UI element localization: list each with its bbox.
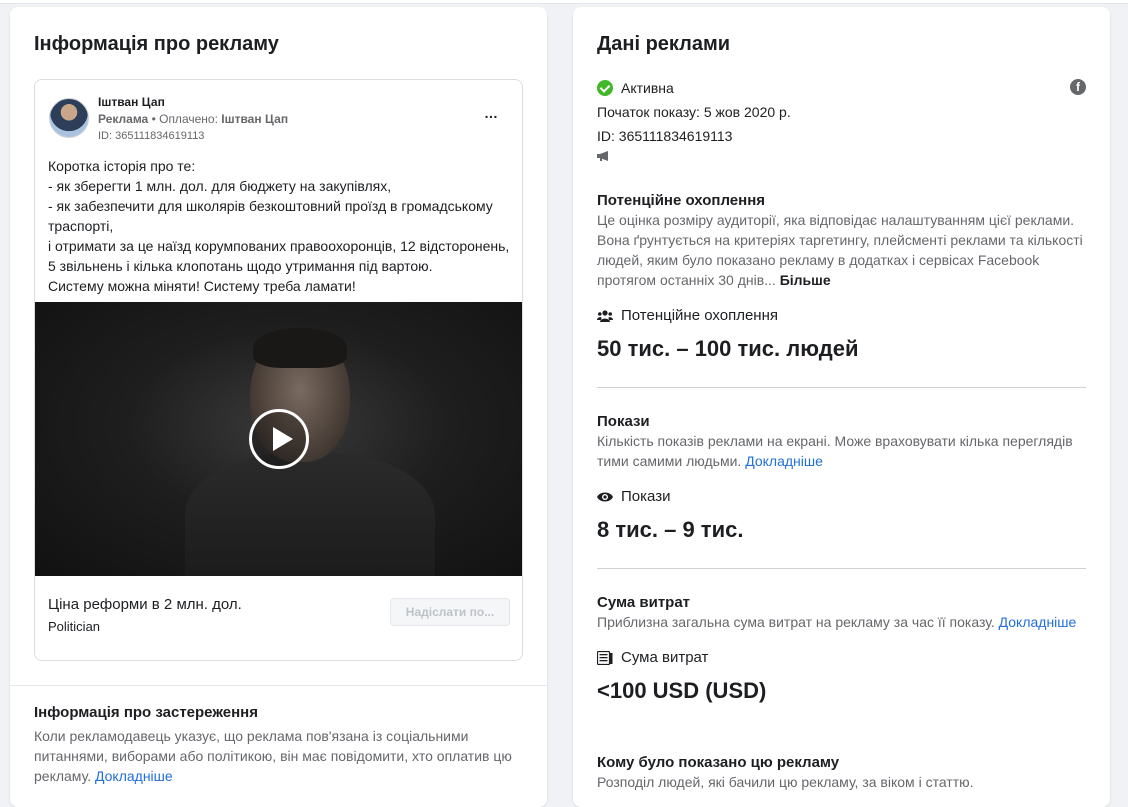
advertiser-avatar[interactable] (49, 98, 89, 138)
ad-body-line: і отримати за це наїзд корумпованих прав… (48, 238, 510, 254)
ad-id: ID: 365111834619113 (597, 128, 733, 144)
paid-by-name: Іштван Цап (221, 112, 289, 126)
audience-description: Розподіл людей, які бачили цю рекламу, з… (597, 774, 974, 790)
reach-description: Це оцінка розміру аудиторії, яка відпові… (597, 210, 1087, 290)
spend-learn-more-link[interactable]: Докладніше (999, 614, 1077, 630)
reach-description-text: Це оцінка розміру аудиторії, яка відпові… (597, 212, 1083, 288)
divider (597, 568, 1086, 569)
impressions-description: Кількість показів реклами на екрані. Мож… (597, 431, 1087, 471)
money-icon (597, 650, 613, 665)
impressions-label-text: Покази (621, 488, 671, 505)
paid-by-prefix: • Оплачено: (148, 112, 222, 126)
ad-body-line: 5 звільнень і кілька клопотань щодо утри… (48, 258, 433, 274)
reach-value: 50 тис. – 100 тис. людей (597, 336, 859, 361)
disclaimer-text: Коли рекламодавець указує, що реклама по… (34, 726, 514, 786)
more-options-icon[interactable]: … (479, 106, 503, 126)
ad-video[interactable] (35, 302, 522, 576)
ad-card-id: ID: 365111834619113 (98, 130, 205, 142)
audience-title: Кому було показано цю рекламу (597, 754, 840, 771)
reach-metric-label: Потенційне охоплення (597, 307, 778, 324)
ad-body-text: Коротка історія про те: - як зберегти 1 … (48, 156, 516, 296)
reach-title: Потенційне охоплення (597, 192, 766, 209)
advertiser-name[interactable]: Іштван Цап (98, 95, 165, 109)
spend-description: Приблизна загальна сума витрат на реклам… (597, 612, 1087, 632)
sponsored-label: Реклама (98, 112, 149, 126)
ad-body-line: Систему можна міняти! Систему треба лама… (48, 278, 356, 294)
status-row: Активна (597, 80, 674, 96)
spend-title: Сума витрат (597, 594, 691, 611)
reach-more-link[interactable]: Більше (780, 272, 831, 288)
start-date: Початок показу: 5 жов 2020 р. (597, 104, 791, 120)
ad-body-line: траспорті, (48, 218, 114, 234)
play-icon[interactable] (249, 409, 309, 469)
sponsored-line: Реклама • Оплачено: Іштван Цап (98, 112, 288, 126)
ad-info-title: Інформація про рекламу (34, 33, 279, 55)
ad-preview-card: Іштван Цап Реклама • Оплачено: Іштван Ца… (34, 79, 523, 661)
ad-info-panel: Інформація про рекламу Іштван Цап Реклам… (10, 7, 547, 807)
spend-label-text: Сума витрат (621, 649, 709, 666)
ad-body-line: - як забезпечити для школярів безкоштовн… (48, 198, 493, 214)
divider (10, 685, 547, 686)
impressions-metric-label: Покази (597, 488, 670, 505)
facebook-icon: f (1070, 79, 1086, 95)
divider (597, 387, 1086, 388)
cta-subtitle: Politician (48, 619, 101, 634)
impressions-value: 8 тис. – 9 тис. (597, 517, 744, 542)
ad-body-line: Коротка історія про те: (48, 158, 196, 174)
reach-label-text: Потенційне охоплення (621, 307, 778, 324)
people-icon (597, 309, 613, 322)
video-person-hair (253, 328, 347, 368)
ad-data-title: Дані реклами (597, 33, 731, 55)
cta-title: Ціна реформи в 2 млн. дол. (48, 596, 242, 613)
status-text: Активна (621, 80, 674, 96)
megaphone-icon (597, 151, 608, 161)
send-message-button[interactable]: Надіслати по... (390, 598, 510, 626)
spend-description-text: Приблизна загальна сума витрат на реклам… (597, 614, 999, 630)
ad-body-line: - як зберегти 1 млн. дол. для бюджету на… (48, 178, 392, 194)
ad-data-panel: Дані реклами Активна f Початок показу: 5… (573, 7, 1110, 807)
impressions-description-text: Кількість показів реклами на екрані. Мож… (597, 433, 1073, 469)
top-bar (0, 0, 1128, 4)
disclaimer-title: Інформація про застереження (34, 704, 258, 721)
impressions-learn-more-link[interactable]: Докладніше (745, 453, 823, 469)
spend-value: <100 USD (USD) (597, 678, 767, 703)
active-check-icon (597, 80, 613, 96)
eye-icon (597, 492, 613, 501)
spend-metric-label: Сума витрат (597, 649, 708, 666)
video-person-body (185, 452, 435, 576)
impressions-title: Покази (597, 413, 650, 430)
disclaimer-learn-more-link[interactable]: Докладніше (95, 768, 173, 784)
